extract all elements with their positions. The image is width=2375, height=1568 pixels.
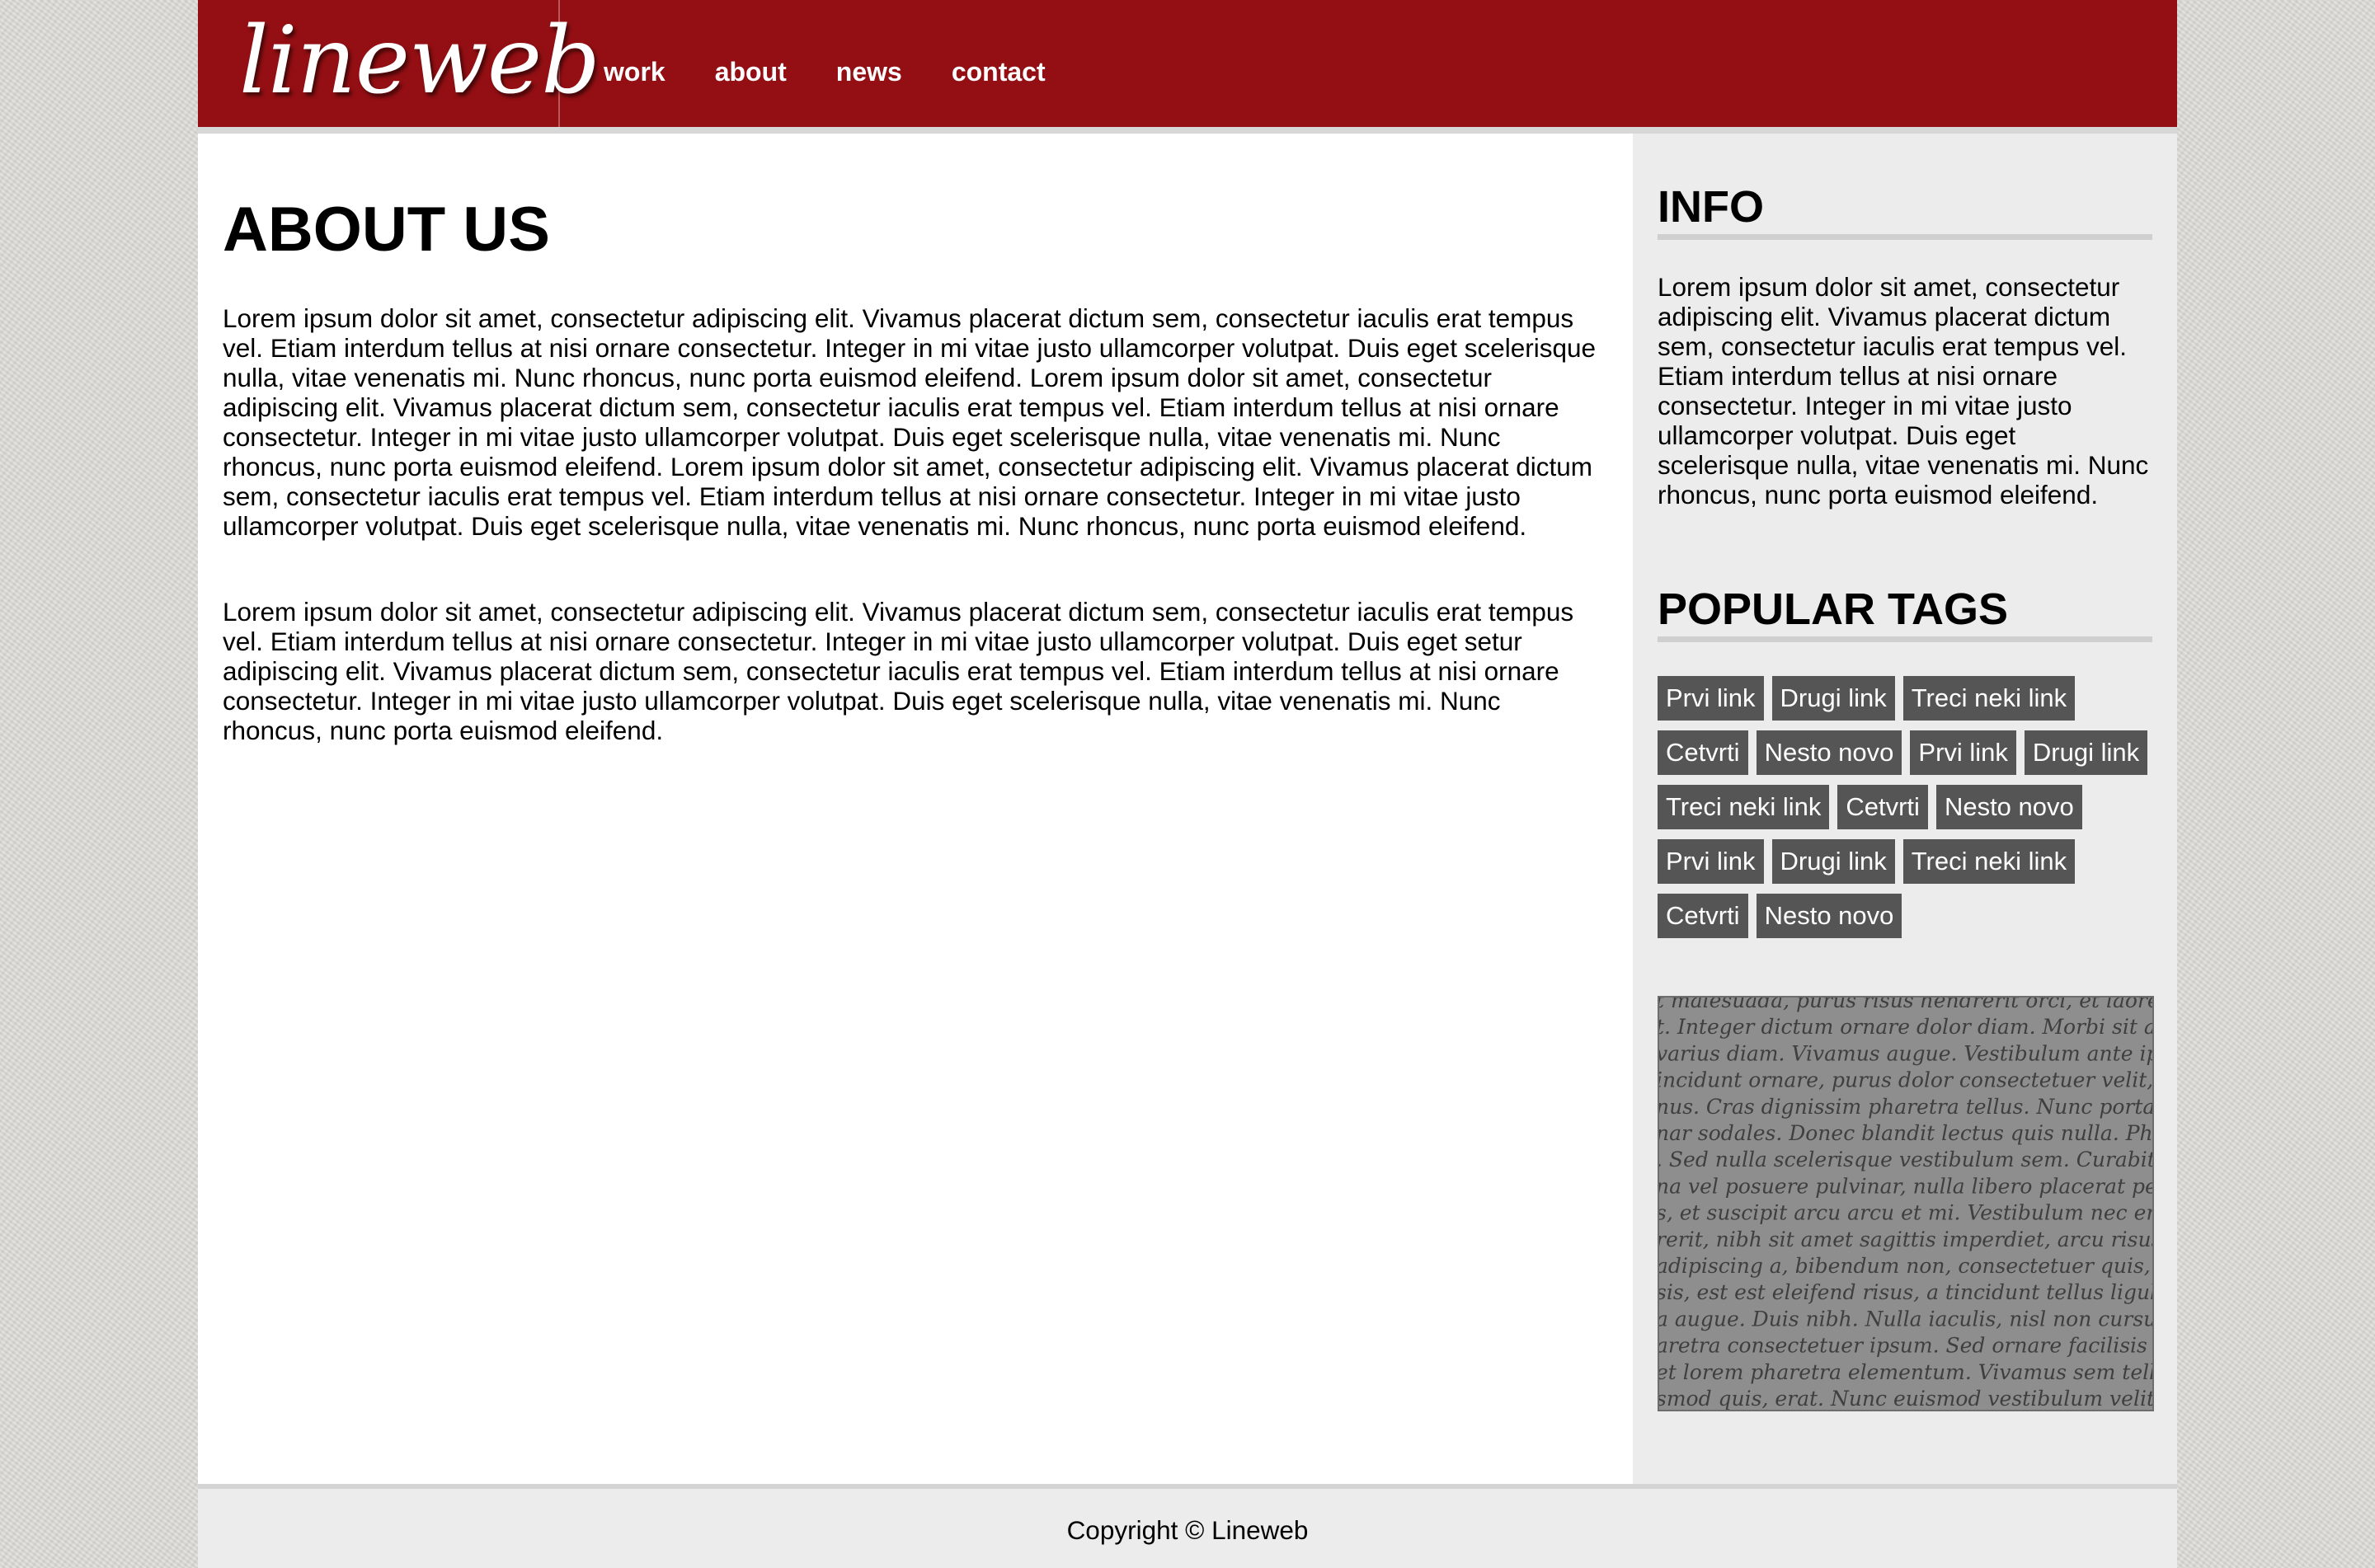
tag-link[interactable]: Cetvrti (1837, 785, 1928, 829)
site-header: lineweb work about news contact (198, 0, 2177, 134)
tag-link[interactable]: Prvi link (1658, 839, 1764, 884)
manuscript-line: smod quis, erat. Nunc euismod vestibulum… (1659, 1387, 2152, 1410)
manuscript-line: a augue. Duis nibh. Nulla iaculis, nisl … (1659, 1307, 2152, 1331)
popular-tags-heading: POPULAR TAGS (1658, 584, 2152, 642)
tag-link[interactable]: Drugi link (1771, 839, 1895, 884)
page-title: ABOUT US (223, 195, 550, 265)
tag-link[interactable]: Cetvrti (1658, 894, 1748, 938)
info-heading: INFO (1658, 181, 2152, 240)
tag-link[interactable]: Drugi link (2024, 730, 2148, 775)
nav-item-news[interactable]: news (836, 51, 902, 92)
tag-link[interactable]: Treci neki link (1902, 839, 2076, 884)
tag-link[interactable]: Nesto novo (1935, 785, 2082, 829)
tag-cloud: Prvi link Drugi link Treci neki link Cet… (1658, 676, 2161, 938)
body-paragraph: Lorem ipsum dolor sit amet, consectetur … (223, 303, 1597, 541)
manuscript-image: t malesuada, purus risus hendrerit orci,… (1658, 996, 2154, 1411)
tag-link[interactable]: Treci neki link (1902, 676, 2076, 721)
manuscript-line: s, et suscipit arcu arcu et mi. Vestibul… (1659, 1201, 2152, 1225)
nav-item-about[interactable]: about (715, 51, 787, 92)
tag-link[interactable]: Treci neki link (1658, 785, 1830, 829)
manuscript-text-image: t malesuada, purus risus hendrerit orci,… (1659, 998, 2152, 1410)
info-text: Lorem ipsum dolor sit amet, consectetur … (1658, 272, 2149, 509)
tag-link[interactable]: Prvi link (1910, 730, 2016, 775)
copyright-text: Copyright © Lineweb (1066, 1515, 1309, 1545)
tag-link[interactable]: Nesto novo (1756, 894, 1902, 938)
nav-item-contact[interactable]: contact (952, 51, 1046, 92)
manuscript-line: incidunt ornare, purus dolor consectetue… (1659, 1068, 2152, 1092)
tag-link[interactable]: Cetvrti (1658, 730, 1748, 775)
manuscript-line: t malesuada, purus risus hendrerit orci,… (1659, 998, 2152, 1012)
manuscript-line: nar sodales. Donec blandit lectus quis n… (1659, 1121, 2152, 1145)
manuscript-line: na vel posuere pulvinar, nulla libero pl… (1659, 1174, 2152, 1198)
manuscript-line: nus. Cras dignissim pharetra tellus. Nun… (1659, 1095, 2152, 1119)
manuscript-line: adipiscing a, bibendum non, consectetuer… (1659, 1254, 2152, 1278)
site-footer: Copyright © Lineweb (198, 1484, 2177, 1568)
manuscript-line: . Sed nulla scelerisque vestibulum sem. … (1659, 1148, 2152, 1171)
main-content: ABOUT US Lorem ipsum dolor sit amet, con… (198, 134, 1633, 1484)
tag-link[interactable]: Nesto novo (1756, 730, 1902, 775)
body-paragraph: Lorem ipsum dolor sit amet, consectetur … (223, 597, 1574, 745)
manuscript-line: rerit, nibh sit amet sagittis imperdiet,… (1659, 1228, 2152, 1251)
logo-box[interactable]: lineweb (198, 0, 600, 127)
nav-item-work[interactable]: work (604, 51, 665, 92)
sidebar: INFO Lorem ipsum dolor sit amet, consect… (1633, 134, 2177, 1484)
manuscript-line: sis, est est eleifend risus, a tincidunt… (1659, 1280, 2152, 1304)
manuscript-line: et lorem pharetra elementum. Vivamus sem… (1659, 1360, 2152, 1384)
manuscript-line: aretra consectetuer ipsum. Sed ornare fa… (1659, 1334, 2152, 1358)
tag-link[interactable]: Drugi link (1771, 676, 1895, 721)
page-wrapper: lineweb work about news contact ABOUT US… (198, 0, 2177, 1568)
manuscript-line: varius diam. Vivamus augue. Vestibulum a… (1659, 1041, 2152, 1065)
tag-link[interactable]: Prvi link (1658, 676, 1764, 721)
site-logo[interactable]: lineweb (239, 12, 600, 110)
main-nav: work about news contact (604, 51, 1095, 92)
manuscript-line: t. Integer dictum ornare dolor diam. Mor… (1659, 1015, 2152, 1039)
